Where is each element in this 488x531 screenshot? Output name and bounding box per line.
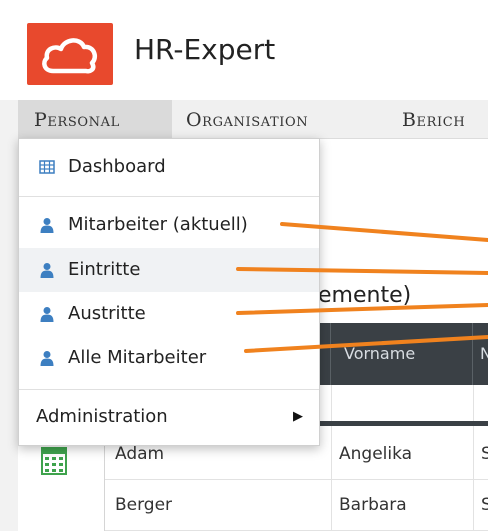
- cell-vorname: Barbara: [339, 495, 407, 515]
- cell-name: Berger: [115, 495, 173, 515]
- menu-personal[interactable]: Personal: [18, 100, 172, 138]
- menu-item-label: Austritte: [68, 303, 146, 324]
- menu-item-alle-mitarbeiter[interactable]: Alle Mitarbeiter: [19, 336, 319, 380]
- cell-vorname: Angelika: [339, 444, 413, 464]
- menu-item-label: Alle Mitarbeiter: [68, 347, 207, 368]
- column-header-n[interactable]: N: [480, 323, 488, 385]
- column-header-vorname[interactable]: Vorname: [344, 323, 415, 385]
- menu-item-mitarbeiter-aktuell[interactable]: Mitarbeiter (aktuell): [19, 203, 319, 247]
- person-icon: [40, 218, 54, 233]
- table-row[interactable]: Berger Barbara S: [105, 480, 488, 531]
- menu-organisation[interactable]: Organisation: [186, 100, 308, 138]
- menu-item-austritte[interactable]: Austritte: [19, 292, 319, 336]
- page-title-fragment: emente): [318, 283, 412, 308]
- menu-berichte[interactable]: Berich: [402, 100, 465, 138]
- menu-item-label: Administration: [36, 406, 168, 427]
- menu-item-administration[interactable]: Administration ▶: [19, 395, 319, 439]
- menu-item-label: Eintritte: [68, 259, 141, 280]
- menu-divider: [19, 389, 319, 390]
- main-menubar: Personal Organisation Berich: [18, 100, 488, 139]
- column-divider: [472, 323, 473, 385]
- cell-n: S: [481, 495, 488, 515]
- menu-divider: [19, 196, 319, 197]
- chevron-right-icon: ▶: [293, 409, 303, 424]
- cloud-icon: [42, 38, 97, 74]
- app-title: HR-Expert: [134, 33, 276, 66]
- cell-n: S: [481, 444, 488, 464]
- grid-icon: [39, 160, 55, 174]
- person-icon: [40, 263, 54, 278]
- app-header: HR-Expert: [0, 0, 488, 100]
- person-icon: [40, 351, 54, 366]
- menu-item-label: Dashboard: [68, 156, 166, 177]
- menu-item-dashboard[interactable]: Dashboard: [19, 145, 319, 189]
- personal-dropdown-menu: Dashboard Mitarbeiter (aktuell) Eintritt…: [18, 138, 320, 446]
- person-icon: [40, 307, 54, 322]
- column-divider: [330, 323, 331, 385]
- app-logo[interactable]: [27, 23, 113, 85]
- calendar-icon[interactable]: [41, 445, 67, 475]
- menu-item-eintritte[interactable]: Eintritte: [19, 248, 319, 292]
- menu-item-label: Mitarbeiter (aktuell): [68, 214, 248, 235]
